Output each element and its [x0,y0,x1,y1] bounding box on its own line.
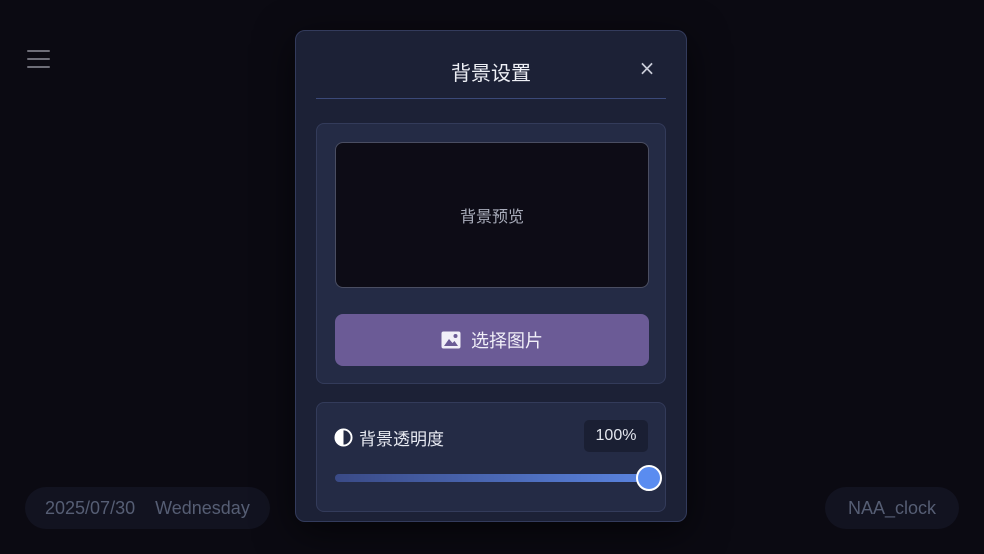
opacity-label: 背景透明度 [359,430,444,450]
slider-thumb[interactable] [636,465,662,491]
opacity-value: 100% [595,427,637,444]
image-icon [441,331,461,349]
choose-image-label: 选择图片 [471,331,543,352]
close-button[interactable]: × [636,56,658,80]
close-icon: × [638,56,656,80]
background-image-card: 背景预览 选择图片 [316,123,666,384]
date-text: 2025/07/30 [45,497,136,518]
modal-header: 背景设置 × [316,31,666,99]
weekday-text: Wednesday [155,497,250,518]
modal-title: 背景设置 [451,61,531,85]
opacity-value-badge: 100% [584,420,648,452]
background-preview: 背景预览 [335,142,649,288]
date-pill: 2025/07/30 Wednesday [25,487,270,529]
clock-app: 09:05 2025/07/30 Wednesday NAA_clock 背景设… [0,0,984,554]
preview-label: 背景预览 [459,207,524,226]
brand-pill: NAA_clock [825,487,959,529]
brand-text: NAA_clock [847,497,937,518]
opacity-card: 背景透明度 100% [316,402,666,512]
opacity-slider[interactable] [335,465,662,491]
menu-icon[interactable] [27,50,51,68]
background-settings-modal: 背景设置 × 背景预览 选择图片 背景透明度 100% [295,30,687,522]
contrast-icon [334,428,353,447]
opacity-label-row: 背景透明度 [334,425,444,450]
choose-image-button[interactable]: 选择图片 [335,314,649,366]
slider-fill [335,474,649,482]
